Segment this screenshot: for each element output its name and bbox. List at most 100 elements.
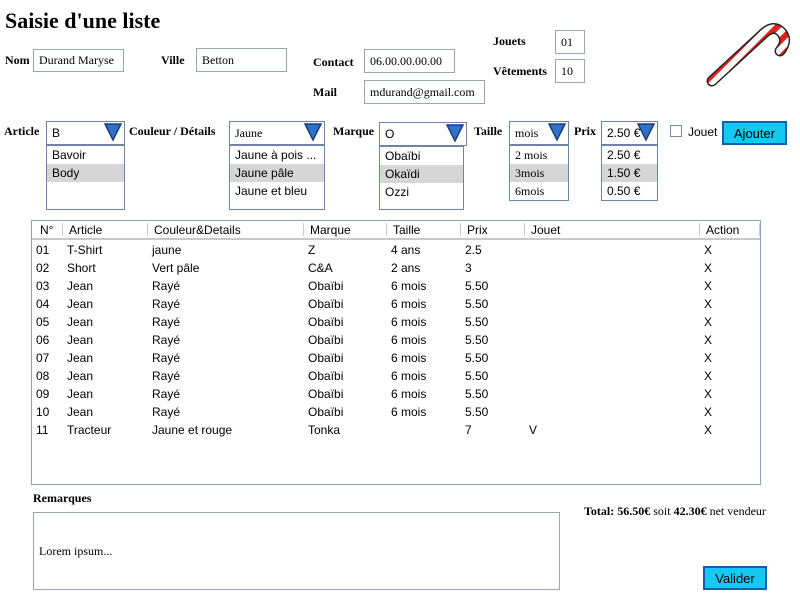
column-header[interactable]: Action <box>700 223 760 237</box>
taille-option[interactable]: 3mois <box>510 164 568 182</box>
triangle-down-icon[interactable] <box>104 123 122 142</box>
contact-value: 06.00.00.00.00 <box>370 53 442 68</box>
prix-dropdown[interactable]: 2.50 € <box>601 121 658 145</box>
total-suffix: net vendeur <box>709 504 766 518</box>
table-cell: 10 <box>36 405 50 419</box>
table-cell: 08 <box>36 369 50 383</box>
column-header[interactable]: Article <box>63 223 148 237</box>
taille-dropdown[interactable]: mois <box>509 121 569 145</box>
ville-field[interactable]: Betton <box>196 48 287 72</box>
table-cell: jaune <box>152 243 182 257</box>
article-option[interactable]: Body <box>47 164 124 182</box>
table-cell: 5.50 <box>465 315 489 329</box>
prix-option[interactable]: 2.50 € <box>602 146 657 164</box>
table-cell: 5.50 <box>465 351 489 365</box>
table-row[interactable]: 08 Jean Rayé Obaïbi 6 mois 5.50 X <box>32 367 760 385</box>
column-header[interactable]: N° <box>32 223 63 237</box>
marque-option[interactable]: Obaïbi <box>380 147 463 165</box>
triangle-down-icon[interactable] <box>446 124 464 143</box>
table-cell: 02 <box>36 261 50 275</box>
triangle-down-icon[interactable] <box>637 123 655 142</box>
article-options-list[interactable]: Bavoir Body <box>46 145 125 210</box>
marque-option[interactable]: Okaïdi <box>380 165 463 183</box>
delete-row-action[interactable]: X <box>704 279 712 293</box>
delete-row-action[interactable]: X <box>704 243 712 257</box>
table-row[interactable]: 04 Jean Rayé Obaïbi 6 mois 5.50 X <box>32 295 760 313</box>
delete-row-action[interactable]: X <box>704 333 712 347</box>
article-value: B <box>52 126 61 140</box>
taille-options-list[interactable]: 2 mois 3mois 6mois <box>509 145 569 201</box>
marque-option[interactable]: Ozzi <box>380 183 463 201</box>
delete-row-action[interactable]: X <box>704 315 712 329</box>
delete-row-action[interactable]: X <box>704 405 712 419</box>
taille-label: Taille <box>474 124 503 138</box>
jouets-field[interactable]: 01 <box>555 30 585 54</box>
prix-option[interactable]: 0.50 € <box>602 182 657 200</box>
table-row[interactable]: 09 Jean Rayé Obaïbi 6 mois 5.50 X <box>32 385 760 403</box>
jouet-checkbox[interactable] <box>670 125 682 137</box>
vetements-field[interactable]: 10 <box>555 59 585 83</box>
mail-field[interactable]: mdurand@gmail.com <box>364 80 485 104</box>
table-row[interactable]: 01 T-Shirt jaune Z 4 ans 2.5 X <box>32 241 760 259</box>
ajouter-button[interactable]: Ajouter <box>722 121 787 145</box>
table-cell: 09 <box>36 387 50 401</box>
jouets-label: Jouets <box>493 34 526 48</box>
table-row[interactable]: 03 Jean Rayé Obaïbi 6 mois 5.50 X <box>32 277 760 295</box>
couleur-option[interactable]: Jaune à pois ... <box>230 146 324 164</box>
table-row[interactable]: 10 Jean Rayé Obaïbi 6 mois 5.50 X <box>32 403 760 421</box>
total-summary: Total: 56.50€ soit 42.30€ net vendeur <box>584 504 766 519</box>
marque-dropdown[interactable]: O <box>379 122 467 146</box>
delete-row-action[interactable]: X <box>704 261 712 275</box>
remarques-textarea[interactable]: Lorem ipsum... <box>33 512 560 590</box>
ville-label: Ville <box>161 53 185 67</box>
delete-row-action[interactable]: X <box>704 369 712 383</box>
column-header[interactable]: Prix <box>461 223 525 237</box>
couleur-option[interactable]: Jaune et bleu <box>230 182 324 200</box>
table-row[interactable]: 06 Jean Rayé Obaïbi 6 mois 5.50 X <box>32 331 760 349</box>
column-header[interactable]: Couleur&Details <box>148 223 304 237</box>
prix-options-list[interactable]: 2.50 € 1.50 € 0.50 € <box>601 145 658 201</box>
delete-row-action[interactable]: X <box>704 423 712 437</box>
table-cell: Obaïbi <box>308 387 344 401</box>
taille-value: mois <box>515 126 539 140</box>
couleur-dropdown[interactable]: Jaune <box>229 121 325 145</box>
table-cell: Obaïbi <box>308 405 344 419</box>
table-cell: 01 <box>36 243 50 257</box>
couleur-options-list[interactable]: Jaune à pois ... Jaune pâle Jaune et ble… <box>229 145 325 210</box>
taille-option[interactable]: 6mois <box>510 182 568 200</box>
table-cell: 11 <box>36 423 49 437</box>
table-cell: Rayé <box>152 279 181 293</box>
table-cell: Jean <box>67 405 94 419</box>
taille-option[interactable]: 2 mois <box>510 146 568 164</box>
table-cell: 7 <box>465 423 472 437</box>
table-cell: 6 mois <box>391 315 427 329</box>
table-cell: Tonka <box>308 423 341 437</box>
triangle-down-icon[interactable] <box>548 123 566 142</box>
table-row[interactable]: 07 Jean Rayé Obaïbi 6 mois 5.50 X <box>32 349 760 367</box>
table-row[interactable]: 02 Short Vert pâle C&A 2 ans 3 X <box>32 259 760 277</box>
article-dropdown[interactable]: B <box>46 121 125 145</box>
table-row[interactable]: 05 Jean Rayé Obaïbi 6 mois 5.50 X <box>32 313 760 331</box>
delete-row-action[interactable]: X <box>704 297 712 311</box>
delete-row-action[interactable]: X <box>704 387 712 401</box>
triangle-down-icon[interactable] <box>304 123 322 142</box>
table-cell: 6 mois <box>391 387 427 401</box>
items-table[interactable]: N° Article Couleur&Details Marque Taille Prix… <box>31 220 761 485</box>
valider-button[interactable]: Valider <box>703 566 767 590</box>
table-row[interactable]: 11 Tracteur Jaune et rouge Tonka 7 V X <box>32 421 760 439</box>
marque-options-list[interactable]: Obaïbi Okaïdi Ozzi <box>379 146 464 210</box>
prix-option[interactable]: 1.50 € <box>602 164 657 182</box>
contact-field[interactable]: 06.00.00.00.00 <box>364 49 455 73</box>
article-option[interactable]: Bavoir <box>47 146 124 164</box>
delete-row-action[interactable]: X <box>704 351 712 365</box>
column-header[interactable]: Jouet <box>525 223 700 237</box>
couleur-option[interactable]: Jaune pâle <box>230 164 324 182</box>
table-cell: 6 mois <box>391 351 427 365</box>
column-header[interactable]: Taille <box>387 223 461 237</box>
column-header[interactable]: Marque <box>304 223 387 237</box>
nom-field[interactable]: Durand Maryse <box>33 49 124 72</box>
table-cell: Obaïbi <box>308 333 344 347</box>
table-cell: 5.50 <box>465 387 489 401</box>
marque-label: Marque <box>333 124 375 138</box>
total-middle: soit <box>653 504 671 518</box>
